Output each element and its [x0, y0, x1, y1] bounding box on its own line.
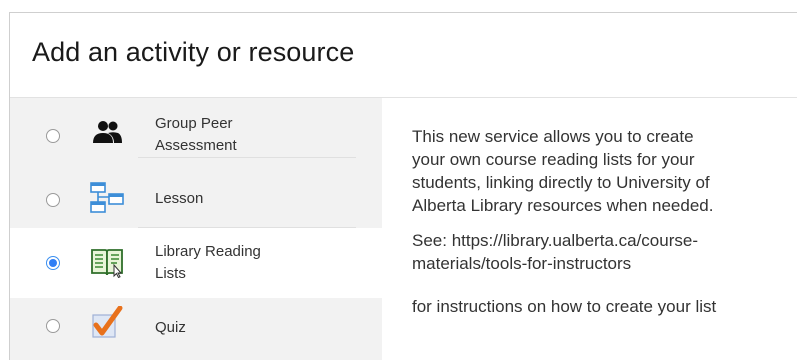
quiz-checkmark-icon: [92, 306, 123, 338]
option-divider: [138, 157, 356, 158]
description-link-paragraph: See: https://library.ualberta.ca/course-…: [412, 231, 698, 273]
option-group-peer-assessment[interactable]: Group Peer Assessment: [10, 98, 382, 158]
add-activity-dialog: Add an activity or resource Group Peer A…: [0, 0, 797, 360]
option-label: Group Peer Assessment: [155, 115, 237, 154]
option-quiz[interactable]: Quiz: [10, 298, 382, 358]
group-people-icon: [93, 121, 122, 143]
option-library-reading-lists[interactable]: Library Reading Lists: [10, 228, 382, 298]
activity-options-list: Group Peer Assessment Lesson Library Rea…: [10, 98, 382, 360]
radio-library-reading-lists[interactable]: [46, 256, 60, 270]
activity-description: This new service allows you to create yo…: [412, 125, 797, 330]
lesson-flowchart-icon: [90, 182, 124, 213]
option-label: Quiz: [155, 319, 186, 336]
dialog-title: Add an activity or resource: [32, 37, 355, 67]
radio-group-peer-assessment[interactable]: [46, 129, 60, 143]
option-label: Lesson: [155, 190, 204, 207]
description-paragraph: This new service allows you to create yo…: [412, 127, 714, 215]
option-lesson[interactable]: Lesson: [10, 170, 382, 228]
description-instructions-paragraph: for instructions on how to create your l…: [412, 297, 717, 316]
reading-list-book-icon: [91, 249, 123, 278]
dialog-header: Add an activity or resource: [10, 13, 797, 98]
option-label: Library Reading Lists: [155, 243, 261, 282]
radio-quiz[interactable]: [46, 319, 60, 333]
radio-lesson[interactable]: [46, 193, 60, 207]
